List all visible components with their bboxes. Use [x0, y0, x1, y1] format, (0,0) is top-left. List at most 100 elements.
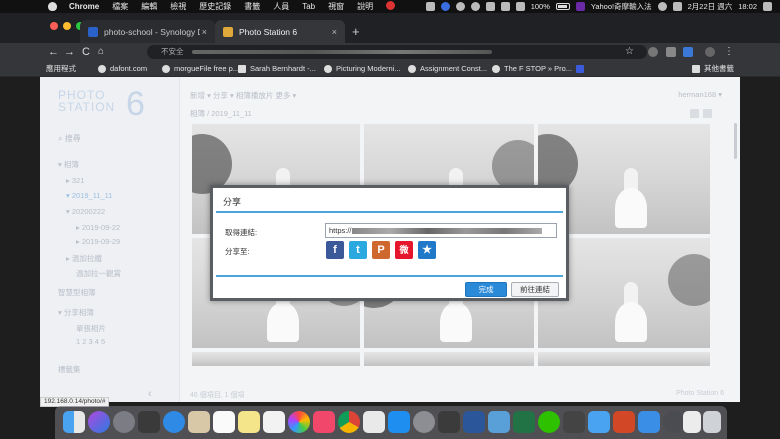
- photo-thumbnail[interactable]: [192, 352, 360, 366]
- extension-blue-icon[interactable]: [683, 47, 693, 57]
- menu-help[interactable]: 說明: [357, 1, 373, 12]
- menu-edit[interactable]: 編輯: [141, 1, 157, 12]
- music-icon[interactable]: [313, 411, 335, 433]
- address-bar[interactable]: 不安全: [147, 45, 647, 59]
- star-icon[interactable]: ☆: [625, 47, 635, 57]
- bookmark-apps[interactable]: 應用程式: [46, 61, 206, 116]
- user-menu[interactable]: herman168 ▾: [678, 90, 722, 99]
- tab-synology[interactable]: photo-school - Synology DiskStation ×: [80, 20, 215, 43]
- thumbnail-view-icon[interactable]: [690, 109, 699, 118]
- finder-icon[interactable]: [63, 411, 85, 433]
- plurk-share-icon[interactable]: P: [372, 241, 390, 259]
- home-icon[interactable]: ⌂: [98, 43, 104, 61]
- favorite-share-icon[interactable]: ★: [418, 241, 436, 259]
- done-button[interactable]: 完成: [465, 282, 507, 297]
- wifi-icon[interactable]: [500, 2, 510, 11]
- close-window-icon[interactable]: [50, 22, 58, 30]
- photos-icon[interactable]: [288, 411, 310, 433]
- photo-thumbnail[interactable]: [364, 352, 534, 366]
- search-field[interactable]: ⌕ 搜尋: [58, 133, 81, 144]
- mail-icon[interactable]: [188, 411, 210, 433]
- facetime-icon[interactable]: [438, 411, 460, 433]
- bookmark-fstop[interactable]: The F STOP » Pro...: [492, 61, 572, 77]
- share-link-field[interactable]: https://: [325, 223, 557, 238]
- bookmark-dafont[interactable]: dafont.com: [98, 61, 147, 77]
- sidebar-item-shared[interactable]: ▾ 分享相簿: [58, 307, 94, 318]
- bookmark-sarah[interactable]: Sarah Bernhardt -...: [238, 61, 316, 77]
- sidebar-item-tags[interactable]: 標籤集: [58, 364, 81, 375]
- sidebar-item-2019-09-22[interactable]: ▸ 2019-09-22: [76, 223, 120, 232]
- safari-icon[interactable]: [163, 411, 185, 433]
- tab-photo-station[interactable]: Photo Station 6 ×: [215, 20, 345, 43]
- bookmark-picturing[interactable]: Picturing Moderni...: [324, 61, 401, 77]
- preferences-icon[interactable]: [413, 411, 435, 433]
- sidebar-item-folder-b[interactable]: 温加拉一觀賞: [76, 268, 121, 279]
- siri-icon[interactable]: [88, 411, 110, 433]
- tab-close-icon[interactable]: ×: [202, 27, 207, 37]
- notification-icon[interactable]: [763, 2, 772, 11]
- sidebar-item-2019-11-11[interactable]: ▾ 2019_11_11: [66, 191, 112, 200]
- new-tab-button[interactable]: +: [352, 24, 360, 39]
- vpn-icon[interactable]: [440, 2, 450, 11]
- photobooth-icon[interactable]: [563, 411, 585, 433]
- sidebar-item-12345[interactable]: 1 2 3 4 5: [76, 337, 105, 346]
- sidebar-item-321[interactable]: ▸ 321: [66, 176, 84, 185]
- excel-icon[interactable]: [513, 411, 535, 433]
- documents-icon[interactable]: [683, 411, 701, 433]
- menu-people[interactable]: 人員: [273, 1, 289, 12]
- photo-thumbnail[interactable]: [538, 352, 710, 366]
- twitter-share-icon[interactable]: t: [349, 241, 367, 259]
- monitor-icon[interactable]: [425, 2, 435, 11]
- forward-button[interactable]: →: [64, 43, 75, 61]
- info-icon[interactable]: [470, 2, 480, 11]
- sidebar-item-single-photos[interactable]: 單張相片: [76, 323, 106, 334]
- powerpoint-icon[interactable]: [613, 411, 635, 433]
- sidebar-item-folder-a[interactable]: ▸ 温加拉纖: [66, 253, 102, 264]
- more-menu-icon[interactable]: ⋮: [724, 47, 734, 57]
- history-icon[interactable]: [648, 47, 658, 57]
- bookmark-assignment[interactable]: Assignment Const...: [408, 61, 487, 77]
- appstore-icon[interactable]: [388, 411, 410, 433]
- chrome-icon[interactable]: [338, 411, 360, 433]
- finder2-icon[interactable]: [588, 411, 610, 433]
- apple-icon[interactable]: [48, 2, 57, 11]
- main-toolbar[interactable]: 新增 ▾ 分享 ▾ 相簿播放片 更多 ▾: [190, 90, 296, 101]
- word-icon[interactable]: [463, 411, 485, 433]
- calendar-icon[interactable]: [213, 411, 235, 433]
- collapse-chevron-icon[interactable]: ‹: [148, 388, 152, 400]
- textedit-icon[interactable]: [363, 411, 385, 433]
- time-machine-icon[interactable]: [455, 2, 465, 11]
- bookmark-other[interactable]: 其他書籤: [692, 61, 734, 77]
- screen-icon[interactable]: [638, 411, 660, 433]
- preview-icon[interactable]: [488, 411, 510, 433]
- menu-view[interactable]: 檢視: [170, 1, 186, 12]
- menu-tab[interactable]: Tab: [302, 2, 315, 11]
- search-icon[interactable]: [657, 2, 667, 11]
- menu-file[interactable]: 檔案: [112, 1, 128, 12]
- menu-window[interactable]: 視窗: [328, 1, 344, 12]
- weibo-share-icon[interactable]: 微: [395, 241, 413, 259]
- sidebar-item-2019-09-29[interactable]: ▸ 2019-09-29: [76, 237, 120, 246]
- scrollbar[interactable]: [734, 123, 737, 159]
- minimize-window-icon[interactable]: [63, 22, 71, 30]
- wechat-icon[interactable]: [538, 411, 560, 433]
- yahoo-icon[interactable]: [575, 2, 585, 11]
- trash-icon[interactable]: [703, 411, 721, 433]
- bookmark-morguefile[interactable]: morgueFile free p...: [162, 61, 239, 77]
- battery-icon[interactable]: [555, 3, 570, 10]
- menu-bookmarks[interactable]: 書籤: [244, 1, 260, 12]
- control-center-icon[interactable]: [672, 2, 682, 11]
- sidebar-item-smart-albums[interactable]: 智慧型相簿: [58, 287, 96, 298]
- launchpad-icon[interactable]: [113, 411, 135, 433]
- volume-icon[interactable]: [515, 2, 525, 11]
- reminders-icon[interactable]: [263, 411, 285, 433]
- extension-icon[interactable]: [666, 47, 676, 57]
- status-red-icon[interactable]: [386, 1, 396, 12]
- list-view-icon[interactable]: [703, 109, 712, 118]
- facebook-share-icon[interactable]: f: [326, 241, 344, 259]
- tab-close-icon[interactable]: ×: [332, 27, 337, 37]
- bookmark-facebook[interactable]: [576, 61, 588, 77]
- calculator-icon[interactable]: [138, 411, 160, 433]
- sidebar-item-20200222[interactable]: ▾ 20200222: [66, 207, 105, 216]
- menubar-date[interactable]: 2月22日 週六: [688, 1, 733, 12]
